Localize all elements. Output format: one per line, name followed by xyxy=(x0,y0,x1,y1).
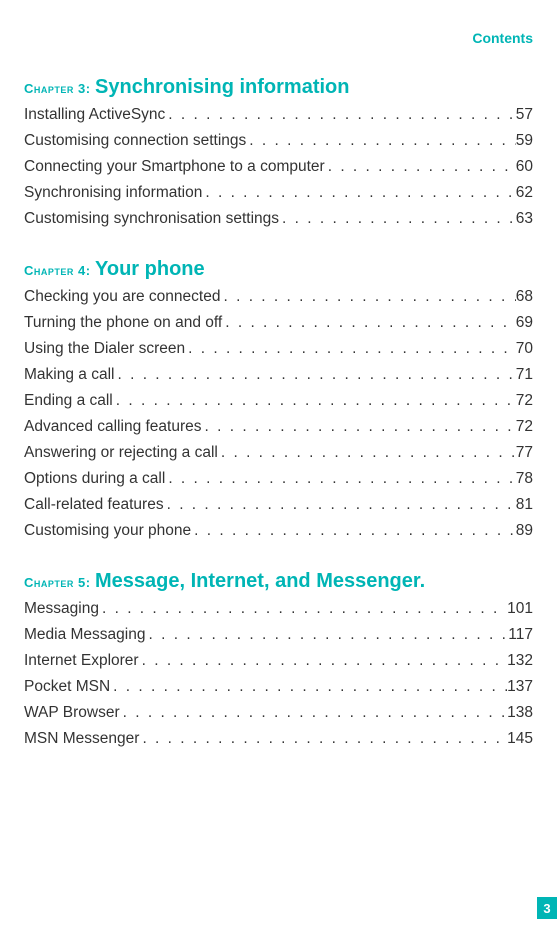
toc-entry[interactable]: Messaging 101 xyxy=(24,600,533,618)
toc-entry-label: WAP Browser xyxy=(24,704,120,722)
toc-entry-label: Checking you are connected xyxy=(24,288,220,306)
toc-dots xyxy=(139,730,507,748)
toc-entry-page: 70 xyxy=(516,340,533,358)
toc-entry-page: 69 xyxy=(516,314,533,332)
toc-entry[interactable]: Installing ActiveSync 57 xyxy=(24,106,533,124)
toc-entry[interactable]: Connecting your Smartphone to a computer… xyxy=(24,158,533,176)
toc-entry-page: 57 xyxy=(516,106,533,124)
toc-entry-label: Pocket MSN xyxy=(24,678,110,696)
toc-dots xyxy=(218,444,516,462)
toc-entry-page: 71 xyxy=(516,366,533,384)
toc-entry-page: 145 xyxy=(507,730,533,748)
toc-entry-page: 81 xyxy=(516,496,533,514)
toc-entry-label: Answering or rejecting a call xyxy=(24,444,218,462)
toc-entry[interactable]: Options during a call 78 xyxy=(24,470,533,488)
chapter-5-section: Chapter 5: Message, Internet, and Messen… xyxy=(24,568,533,748)
toc-entry-label: Internet Explorer xyxy=(24,652,139,670)
toc-entry-label: Media Messaging xyxy=(24,626,145,644)
chapter-3-section: Chapter 3: Synchronising information Ins… xyxy=(24,74,533,228)
chapter-5-heading[interactable]: Chapter 5: Message, Internet, and Messen… xyxy=(24,568,533,594)
toc-entry[interactable]: MSN Messenger 145 xyxy=(24,730,533,748)
toc-dots xyxy=(110,678,507,696)
toc-entry[interactable]: WAP Browser 138 xyxy=(24,704,533,722)
toc-entry-label: Messaging xyxy=(24,600,99,618)
toc-dots xyxy=(145,626,508,644)
toc-entry[interactable]: Customising connection settings 59 xyxy=(24,132,533,150)
toc-entry-page: 72 xyxy=(516,418,533,436)
toc-entry[interactable]: Media Messaging 117 xyxy=(24,626,533,644)
toc-entry-page: 60 xyxy=(516,158,533,176)
chapter-5-prefix: Chapter 5: xyxy=(24,575,91,590)
toc-entry-page: 63 xyxy=(516,210,533,228)
toc-entry[interactable]: Advanced calling features 72 xyxy=(24,418,533,436)
toc-entry[interactable]: Checking you are connected 68 xyxy=(24,288,533,306)
toc-entry-page: 62 xyxy=(516,184,533,202)
page-number-badge: 3 xyxy=(537,897,557,919)
toc-dots xyxy=(139,652,508,670)
toc-entry-label: Options during a call xyxy=(24,470,165,488)
toc-dots xyxy=(202,184,515,202)
chapter-3-prefix: Chapter 3: xyxy=(24,81,91,96)
chapter-3-heading[interactable]: Chapter 3: Synchronising information xyxy=(24,74,533,100)
toc-entry-page: 89 xyxy=(516,522,533,540)
toc-entry[interactable]: Making a call 71 xyxy=(24,366,533,384)
toc-entry[interactable]: Using the Dialer screen 70 xyxy=(24,340,533,358)
toc-entry[interactable]: Answering or rejecting a call 77 xyxy=(24,444,533,462)
contents-header-link[interactable]: Contents xyxy=(24,30,533,46)
toc-entry-label: Call-related features xyxy=(24,496,164,514)
toc-entry-page: 132 xyxy=(507,652,533,670)
chapter-3-title: Synchronising information xyxy=(95,76,349,98)
toc-dots xyxy=(99,600,507,618)
toc-dots xyxy=(164,496,516,514)
chapter-4-title: Your phone xyxy=(95,258,205,280)
toc-entry[interactable]: Ending a call 72 xyxy=(24,392,533,410)
toc-entry[interactable]: Customising synchronisation settings 63 xyxy=(24,210,533,228)
toc-dots xyxy=(222,314,516,332)
toc-dots xyxy=(246,132,515,150)
toc-entry[interactable]: Internet Explorer 132 xyxy=(24,652,533,670)
toc-entry-label: Customising connection settings xyxy=(24,132,246,150)
toc-entry-page: 101 xyxy=(507,600,533,618)
toc-entry-page: 137 xyxy=(507,678,533,696)
toc-entry[interactable]: Synchronising information 62 xyxy=(24,184,533,202)
toc-entry-label: Customising your phone xyxy=(24,522,191,540)
toc-entry-label: Using the Dialer screen xyxy=(24,340,185,358)
toc-dots xyxy=(165,470,515,488)
toc-entry-page: 117 xyxy=(508,626,533,644)
toc-entry-label: Customising synchronisation settings xyxy=(24,210,279,228)
toc-dots xyxy=(165,106,515,124)
chapter-4-prefix: Chapter 4: xyxy=(24,263,91,278)
toc-dots xyxy=(120,704,508,722)
toc-dots xyxy=(202,418,516,436)
toc-entry-page: 78 xyxy=(516,470,533,488)
chapter-5-title: Message, Internet, and Messenger. xyxy=(95,570,425,592)
toc-entry-page: 68 xyxy=(516,288,533,306)
toc-entry[interactable]: Pocket MSN 137 xyxy=(24,678,533,696)
toc-dots xyxy=(113,392,516,410)
toc-entry-page: 138 xyxy=(507,704,533,722)
toc-entry[interactable]: Call-related features 81 xyxy=(24,496,533,514)
chapter-4-section: Chapter 4: Your phone Checking you are c… xyxy=(24,256,533,540)
chapter-4-heading[interactable]: Chapter 4: Your phone xyxy=(24,256,533,282)
toc-entry-label: Installing ActiveSync xyxy=(24,106,165,124)
toc-dots xyxy=(114,366,515,384)
toc-entry-page: 77 xyxy=(516,444,533,462)
toc-dots xyxy=(325,158,516,176)
toc-entry-label: MSN Messenger xyxy=(24,730,139,748)
toc-entry-label: Connecting your Smartphone to a computer xyxy=(24,158,325,176)
toc-entry-page: 72 xyxy=(516,392,533,410)
toc-entry-label: Turning the phone on and off xyxy=(24,314,222,332)
toc-dots xyxy=(185,340,516,358)
toc-dots xyxy=(279,210,516,228)
toc-entry-page: 59 xyxy=(516,132,533,150)
toc-entry-label: Making a call xyxy=(24,366,114,384)
toc-entry[interactable]: Turning the phone on and off 69 xyxy=(24,314,533,332)
toc-entry-label: Synchronising information xyxy=(24,184,202,202)
toc-dots xyxy=(220,288,515,306)
toc-entry-label: Ending a call xyxy=(24,392,113,410)
toc-entry-label: Advanced calling features xyxy=(24,418,202,436)
toc-dots xyxy=(191,522,516,540)
toc-entry[interactable]: Customising your phone 89 xyxy=(24,522,533,540)
